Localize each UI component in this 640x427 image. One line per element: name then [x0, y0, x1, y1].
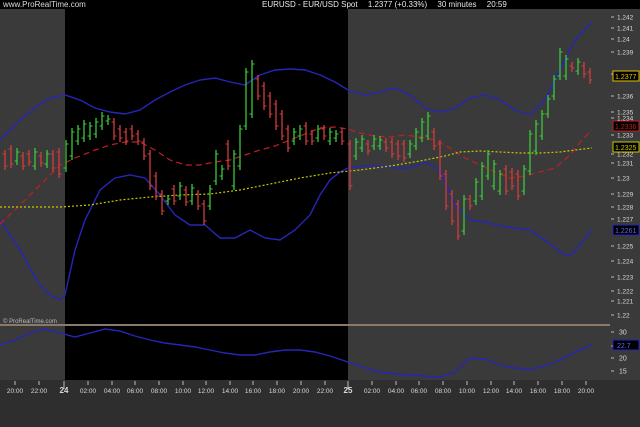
time-tick-label: 18:00 — [269, 388, 286, 395]
price-label-ma: 1.2336 — [612, 120, 640, 132]
indicator-background-previous — [0, 326, 65, 380]
price-tick-label: 1.232 — [617, 152, 634, 159]
time-tick-label: 20:00 — [578, 388, 595, 395]
time-tick-label: 12:00 — [198, 388, 215, 395]
indicator-tick-label: 20 — [619, 356, 627, 363]
time-tick-label: 12:00 — [483, 388, 500, 395]
svg-text:1.2336: 1.2336 — [615, 124, 637, 131]
timeframe: 30 minutes — [437, 0, 477, 9]
price-tick-label: 1.23 — [617, 176, 630, 183]
time-tick-label: 14:00 — [222, 388, 239, 395]
time-tick-label: 08:00 — [151, 388, 168, 395]
svg-text:1.2261: 1.2261 — [615, 228, 637, 235]
price-tick-label: 1.228 — [617, 205, 634, 212]
indicator-background-night — [65, 326, 348, 380]
svg-text:1.2377: 1.2377 — [615, 74, 637, 81]
chart-window: www.ProRealTime.com EURUSD - EUR/USD Spo… — [0, 0, 640, 427]
price-tick-label: 1.224 — [617, 259, 634, 266]
time-tick-label: 04:00 — [104, 388, 121, 395]
time-tick-label: 04:00 — [388, 388, 405, 395]
price-tick-label: 1.227 — [617, 217, 634, 224]
price-tick-label: 1.222 — [617, 289, 634, 296]
price-chart[interactable]: © ProRealTime.com — [0, 9, 610, 397]
time-tick-label: 18:00 — [554, 388, 571, 395]
svg-text:1.2325: 1.2325 — [615, 145, 637, 152]
price-tick-label: 1.22 — [617, 313, 630, 320]
price-tick-label: 1.233 — [617, 133, 634, 140]
price-tick-label: 1.223 — [617, 275, 634, 282]
symbol-name: EURUSD - EUR/USD Spot — [262, 0, 358, 9]
title-bar: www.ProRealTime.com EURUSD - EUR/USD Spo… — [0, 0, 640, 9]
price-label-last: 1.2377 — [612, 70, 640, 82]
indicator-label: 22.7 — [612, 339, 640, 351]
session-background-night — [65, 9, 348, 325]
watermark: © ProRealTime.com — [3, 318, 57, 325]
price-tick-label: 1.24 — [617, 37, 630, 44]
clock: 20:59 — [486, 0, 507, 9]
price-label-slow: 1.2325 — [612, 141, 640, 153]
last-price: 1.2377 (+0.33%) — [367, 0, 428, 9]
price-tick-label: 1.236 — [617, 94, 634, 101]
indicator-tick-label: 30 — [619, 330, 627, 337]
price-tick-label: 1.225 — [617, 244, 634, 251]
time-tick-label: 14:00 — [506, 388, 523, 395]
time-tick-label: 16:00 — [530, 388, 547, 395]
price-label-lower-band: 1.2261 — [612, 224, 640, 236]
time-tick-label: 22:00 — [317, 388, 334, 395]
time-tick-label: 20:00 — [7, 388, 24, 395]
time-axis[interactable]: 20:00 22:00 24 02:00 04:00 06:00 08:00 10:00 12:… — [0, 380, 640, 427]
price-axis[interactable]: 1.2421.2411.241.2391.2381.2361.2351.2341… — [611, 9, 640, 397]
site-name: www.ProRealTime.com — [3, 0, 86, 9]
svg-text:22.7: 22.7 — [617, 343, 631, 350]
indicator-tick-label: 15 — [619, 369, 627, 376]
time-tick-label: 10:00 — [175, 388, 192, 395]
price-tick-label: 1.229 — [617, 192, 634, 199]
time-tick-label: 02:00 — [80, 388, 97, 395]
instrument-info: EURUSD - EUR/USD Spot 1.2377 (+0.33%) 30… — [262, 0, 515, 9]
time-tick-label: 06:00 — [411, 388, 428, 395]
price-tick-label: 1.231 — [617, 161, 634, 168]
price-tick-label: 1.242 — [617, 15, 634, 22]
price-tick-label: 1.241 — [617, 26, 634, 33]
time-tick-label: 22:00 — [31, 388, 48, 395]
time-tick-label: 06:00 — [127, 388, 144, 395]
price-tick-label: 1.239 — [617, 50, 634, 57]
time-tick-label: 20:00 — [293, 388, 310, 395]
time-tick-label: 25 — [344, 386, 353, 395]
time-tick-label: 02:00 — [364, 388, 381, 395]
time-tick-label: 10:00 — [459, 388, 476, 395]
price-tick-label: 1.221 — [617, 299, 634, 306]
time-tick-label: 16:00 — [245, 388, 262, 395]
indicator-background-current — [348, 326, 610, 380]
time-tick-label: 24 — [60, 386, 69, 395]
session-background-previous — [0, 9, 65, 325]
time-tick-label: 08:00 — [435, 388, 452, 395]
